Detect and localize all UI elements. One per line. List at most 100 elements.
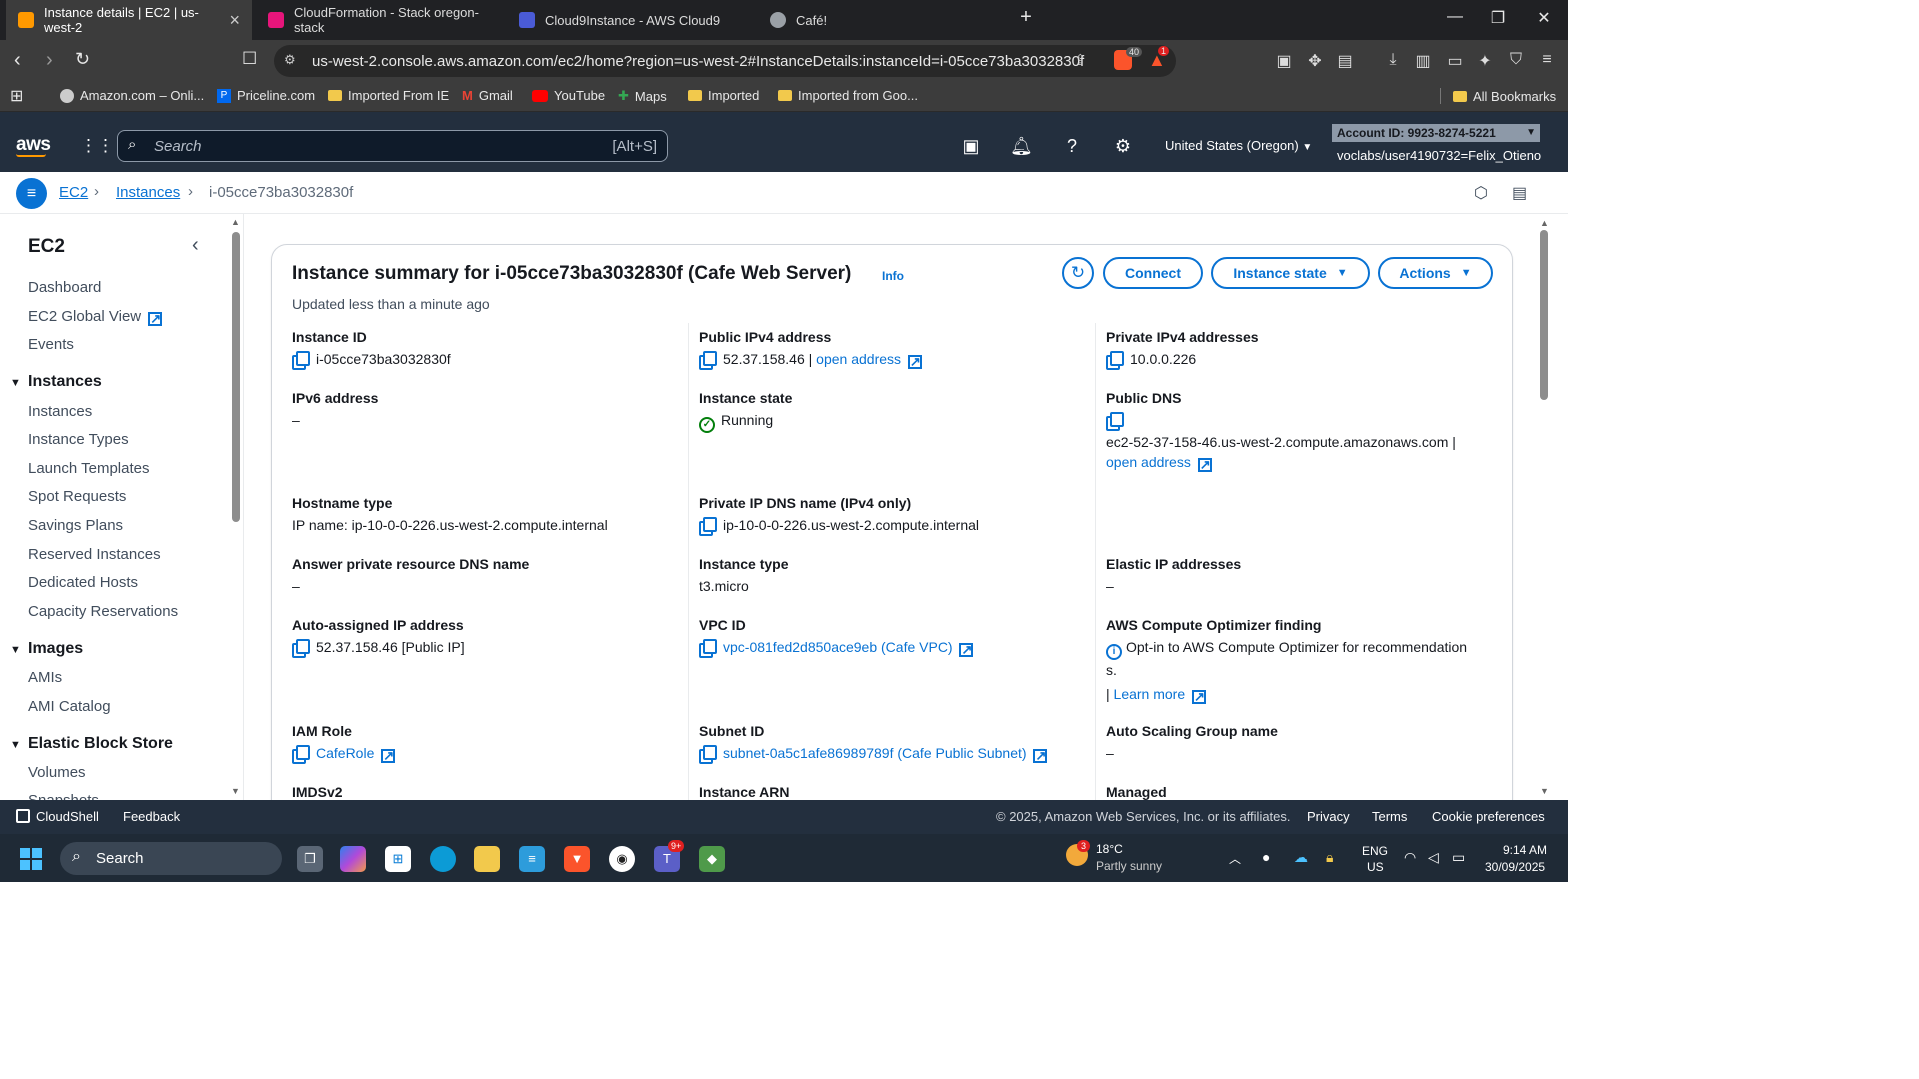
sidebar-item-launch-templates[interactable]: Launch Templates bbox=[28, 460, 149, 477]
breadcrumb-ec2[interactable]: EC2 bbox=[59, 184, 88, 201]
breadcrumb-instances[interactable]: Instances bbox=[116, 184, 180, 201]
bookmark-gmail[interactable]: M Gmail bbox=[462, 88, 513, 103]
copy-icon[interactable] bbox=[292, 639, 310, 658]
edge-icon[interactable] bbox=[430, 846, 456, 872]
sidebar-item-volumes[interactable]: Volumes bbox=[28, 764, 86, 781]
feedback-link[interactable]: Feedback bbox=[123, 809, 180, 824]
scroll-up-icon[interactable]: ▲ bbox=[1540, 218, 1549, 228]
sidebar-section-ebs[interactable]: ▼ Elastic Block Store bbox=[10, 735, 173, 753]
browser-tab-cloudformation[interactable]: CloudFormation - Stack oregon-stack bbox=[256, 0, 502, 40]
file-explorer-icon[interactable] bbox=[474, 846, 500, 872]
copy-icon[interactable] bbox=[1106, 412, 1124, 431]
onedrive-icon[interactable]: ☁ bbox=[1294, 849, 1308, 866]
scroll-down-icon[interactable]: ▼ bbox=[1540, 786, 1549, 796]
sidebar-item-reserved-instances[interactable]: Reserved Instances bbox=[28, 546, 161, 563]
copy-icon[interactable] bbox=[292, 745, 310, 764]
open-address-link[interactable]: open address ↗ bbox=[816, 351, 922, 369]
bookmark-icon[interactable]: ☐ bbox=[242, 49, 257, 69]
iam-role-link[interactable]: CafeRole ↗ bbox=[316, 745, 396, 763]
git-icon[interactable]: ◆ bbox=[699, 846, 725, 872]
bookmark-imported-google[interactable]: Imported from Goo... bbox=[778, 88, 918, 103]
info-link[interactable]: Info bbox=[882, 269, 904, 283]
bookmark-imported[interactable]: Imported bbox=[688, 88, 759, 103]
wallet-icon[interactable]: ▭ bbox=[1445, 51, 1465, 71]
share-icon[interactable]: ⇪ bbox=[1074, 51, 1087, 69]
browser-tab-cafe[interactable]: Café! bbox=[758, 0, 1004, 40]
microsoft-store-icon[interactable]: ⊞ bbox=[385, 846, 411, 872]
tab-close-icon[interactable]: × bbox=[229, 10, 240, 31]
site-info-icon[interactable]: ⚙ bbox=[284, 52, 296, 68]
collapse-sidebar-icon[interactable]: ‹ bbox=[192, 234, 199, 257]
sidebar-item-events[interactable]: Events bbox=[28, 336, 74, 353]
task-view-icon[interactable]: ❐ bbox=[297, 846, 323, 872]
download-icon[interactable]: ⤓ bbox=[1383, 51, 1403, 71]
copy-icon[interactable] bbox=[1106, 351, 1124, 370]
bookmark-youtube[interactable]: YouTube bbox=[532, 88, 605, 103]
sidebar-section-images[interactable]: ▼ Images bbox=[10, 640, 83, 658]
brave-browser-icon[interactable]: ▼ bbox=[564, 846, 590, 872]
sidebar-item-instances[interactable]: Instances bbox=[28, 403, 92, 420]
notepad-icon[interactable]: ≡ bbox=[519, 846, 545, 872]
vpn-icon[interactable]: ⛉ bbox=[1506, 51, 1526, 71]
settings-gear-icon[interactable]: ⚙ bbox=[1112, 136, 1134, 157]
sidebar-scrollbar[interactable] bbox=[232, 232, 240, 522]
main-scrollbar[interactable] bbox=[1540, 230, 1548, 400]
services-grid-icon[interactable]: ⋮⋮⋮ bbox=[80, 136, 131, 156]
notifications-bell-icon[interactable]: 🔔︎ bbox=[1010, 136, 1033, 157]
all-bookmarks[interactable]: All Bookmarks bbox=[1440, 88, 1556, 104]
menu-icon[interactable]: ≡ bbox=[1537, 51, 1557, 71]
restore-button[interactable]: ❐ bbox=[1475, 8, 1521, 28]
browser-tab-ec2[interactable]: Instance details | EC2 | us-west-2 × bbox=[6, 0, 252, 40]
hexagon-icon[interactable]: ⬡ bbox=[1474, 183, 1488, 203]
region-selector[interactable]: United States (Oregon) ▼ bbox=[1165, 138, 1312, 153]
language-secondary[interactable]: US bbox=[1367, 860, 1384, 874]
extensions-puzzle-icon[interactable]: ✥ bbox=[1305, 51, 1325, 71]
clock-time[interactable]: 9:14 AM bbox=[1503, 843, 1547, 857]
sidebar-item-capacity-reservations[interactable]: Capacity Reservations bbox=[28, 603, 178, 620]
sidebar-section-instances[interactable]: ▼ Instances bbox=[10, 373, 102, 391]
sidebar-item-amis[interactable]: AMIs bbox=[28, 669, 62, 686]
scroll-up-icon[interactable]: ▲ bbox=[231, 217, 240, 227]
sidebar-item-dedicated-hosts[interactable]: Dedicated Hosts bbox=[28, 574, 138, 591]
bookmark-imported-ie[interactable]: Imported From IE bbox=[328, 88, 449, 103]
wifi-icon[interactable]: ◠ bbox=[1404, 849, 1416, 866]
actions-button[interactable]: Actions ▼ bbox=[1378, 257, 1493, 289]
language-primary[interactable]: ENG bbox=[1362, 844, 1388, 858]
forward-icon[interactable]: › bbox=[46, 49, 53, 72]
aws-search-input[interactable]: ⌕ Search [Alt+S] bbox=[117, 130, 668, 162]
nav-menu-button[interactable]: ≡ bbox=[16, 178, 47, 209]
link-label-wrap[interactable]: s. bbox=[1106, 660, 1506, 680]
learn-more-link[interactable]: Learn more ↗ bbox=[1114, 686, 1207, 704]
reload-icon[interactable]: ↻ bbox=[75, 49, 90, 70]
vpc-link[interactable]: vpc-081fed2d850ace9eb (Cafe VPC) ↗ bbox=[723, 639, 974, 657]
scroll-down-icon[interactable]: ▼ bbox=[231, 786, 240, 796]
user-name[interactable]: voclabs/user4190732=Felix_Otieno bbox=[1337, 148, 1541, 163]
copy-icon[interactable] bbox=[699, 639, 717, 658]
bookmark-priceline[interactable]: P Priceline.com bbox=[217, 88, 315, 103]
sidebar-item-savings-plans[interactable]: Savings Plans bbox=[28, 517, 123, 534]
aws-logo[interactable]: aws bbox=[16, 134, 51, 157]
subnet-link[interactable]: subnet-0a5c1afe86989789f (Cafe Public Su… bbox=[723, 745, 1048, 763]
back-icon[interactable]: ‹ bbox=[14, 49, 21, 72]
sidebar-item-spot-requests[interactable]: Spot Requests bbox=[28, 488, 126, 505]
minimize-button[interactable]: — bbox=[1432, 8, 1478, 26]
optimizer-optin-link[interactable]: i Opt-in to AWS Compute Optimizer for rec… bbox=[1106, 637, 1506, 660]
clock-date[interactable]: 30/09/2025 bbox=[1485, 860, 1545, 874]
sidebar-item-instance-types[interactable]: Instance Types bbox=[28, 431, 129, 448]
help-icon[interactable]: ? bbox=[1061, 136, 1083, 157]
sidebar-toggle-icon[interactable]: ▥ bbox=[1413, 51, 1433, 71]
cookie-preferences-link[interactable]: Cookie preferences bbox=[1432, 809, 1545, 824]
security-icon[interactable]: 🔒︎ bbox=[1326, 849, 1333, 866]
battery-icon[interactable]: ▭ bbox=[1452, 849, 1465, 866]
leo-ai-icon[interactable]: ✦ bbox=[1475, 51, 1495, 71]
reader-icon[interactable]: ▤ bbox=[1335, 51, 1355, 71]
bookmark-amazon[interactable]: Amazon.com – Onli... bbox=[60, 88, 204, 103]
instance-type-link[interactable]: t3.micro bbox=[699, 576, 1089, 596]
sidebar-item-ami-catalog[interactable]: AMI Catalog bbox=[28, 698, 111, 715]
copy-icon[interactable] bbox=[292, 351, 310, 370]
new-tab-button[interactable]: + bbox=[1003, 6, 1049, 29]
copy-icon[interactable] bbox=[699, 517, 717, 536]
show-hidden-icons-icon[interactable]: ︿ bbox=[1229, 850, 1241, 867]
sidebar-item-global-view[interactable]: EC2 Global View ↗ bbox=[28, 308, 163, 326]
terms-link[interactable]: Terms bbox=[1372, 809, 1407, 824]
